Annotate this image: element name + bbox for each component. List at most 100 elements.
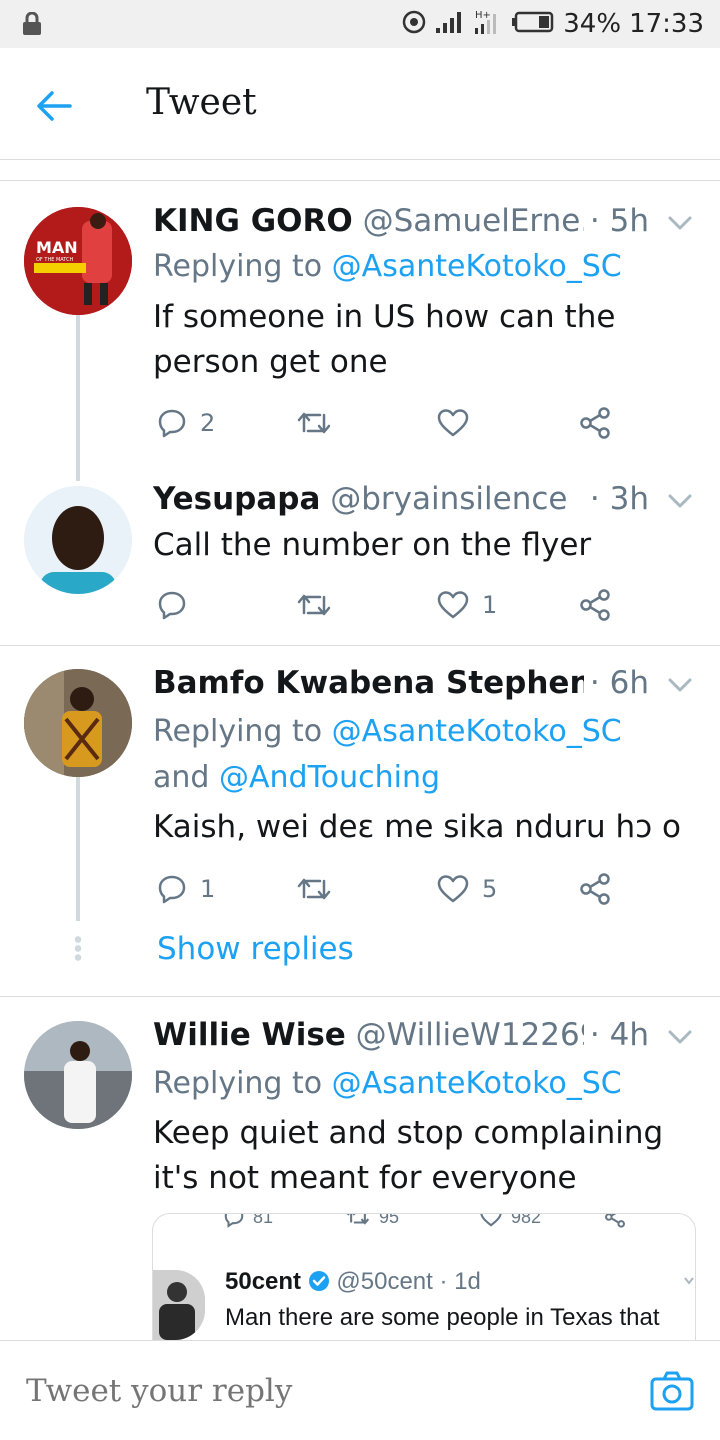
replying-to-label: Replying to — [153, 1066, 332, 1101]
share-icon — [580, 407, 610, 439]
embed-retweet-count: 95 — [379, 1213, 400, 1227]
tweet-text: Call the number on the flyer — [153, 527, 592, 563]
chevron-down-icon[interactable] — [664, 485, 696, 517]
share-button[interactable] — [578, 867, 612, 911]
share-icon — [605, 1214, 625, 1228]
like-button[interactable] — [436, 401, 482, 445]
reply-count: 1 — [200, 875, 216, 903]
user-handle[interactable]: @SamuelErne... — [363, 203, 610, 239]
tweet-time: · 3h — [583, 481, 649, 517]
retweet-button[interactable] — [296, 583, 344, 627]
verified-badge-icon — [308, 1271, 329, 1291]
embed-share-stat — [603, 1214, 627, 1228]
tweet-time: · 5h — [583, 203, 649, 239]
svg-text:H+: H+ — [475, 10, 491, 21]
heart-icon — [437, 875, 469, 903]
like-count: 1 — [482, 591, 498, 619]
chevron-down-icon[interactable] — [664, 1021, 696, 1053]
chevron-down-icon[interactable] — [664, 669, 696, 701]
signal-icon — [435, 10, 465, 38]
avatar-image: MAN OF THE MATCH — [24, 207, 132, 315]
replying-to: Replying to @AsanteKotoko_SC — [153, 1061, 693, 1107]
back-button[interactable] — [28, 80, 80, 132]
display-name[interactable]: Yesupapa — [153, 481, 320, 517]
tweet-actions: 1 — [150, 583, 630, 627]
status-bar: H+ 34% 17:33 — [0, 0, 720, 48]
like-count: 5 — [482, 875, 498, 903]
tweet-text: Keep quiet and stop complaining it's not… — [153, 1115, 664, 1196]
mention-link[interactable]: @AsanteKotoko_SC — [332, 249, 622, 284]
embed-avatar — [153, 1270, 205, 1340]
retweet-button[interactable] — [296, 867, 344, 911]
avatar-image — [24, 486, 132, 594]
avatar-image — [24, 1021, 132, 1129]
user-handle[interactable]: @bryainsilence — [330, 481, 567, 517]
tweet-text: If someone in US how can the person get … — [153, 299, 616, 380]
show-replies-link[interactable]: Show replies — [157, 931, 354, 967]
chevron-down-icon — [684, 1277, 694, 1285]
retweet-icon — [297, 878, 331, 900]
tweet-text: Kaish, wei deɛ me sika nduru hɔ o — [153, 809, 682, 845]
reply-feed[interactable]: MAN OF THE MATCH KING GORO @SamuelErne..… — [0, 180, 720, 1340]
reply-button[interactable]: 2 — [156, 401, 215, 445]
embed-display-name: 50cent — [225, 1268, 302, 1295]
retweet-button[interactable] — [296, 401, 344, 445]
heart-icon — [437, 591, 469, 619]
replying-to: Replying to @AsanteKotoko_SC and @AndTou… — [153, 709, 693, 801]
embed-reply-stat: 81 — [223, 1213, 274, 1228]
page-title: Tweet — [146, 82, 257, 123]
tweet-actions: 2 — [150, 401, 630, 445]
reply-input[interactable] — [26, 1369, 586, 1413]
camera-icon — [650, 1371, 694, 1411]
retweet-icon — [297, 412, 331, 434]
embed-tweet-text: Man there are some people in Texas that — [225, 1304, 660, 1331]
heart-icon — [437, 409, 469, 437]
mention-link[interactable]: @AsanteKotoko_SC — [332, 1066, 622, 1101]
tweet-header: Willie Wise @WillieW12269... · 4h — [153, 1017, 673, 1065]
share-icon — [580, 589, 610, 621]
like-button[interactable]: 5 — [436, 867, 497, 911]
like-button[interactable]: 1 — [436, 583, 497, 627]
replying-to-and: and — [153, 760, 219, 795]
embed-retweet-stat: 95 — [345, 1213, 400, 1228]
hotspot-icon — [401, 9, 427, 39]
embed-reply-count: 81 — [253, 1213, 274, 1227]
arrow-left-icon — [37, 91, 72, 121]
avatar[interactable]: MAN OF THE MATCH — [24, 207, 132, 315]
avatar-image — [24, 669, 132, 777]
avatar[interactable] — [24, 669, 132, 777]
camera-button[interactable] — [648, 1367, 696, 1415]
retweet-icon — [297, 594, 331, 616]
avatar[interactable] — [24, 1021, 132, 1129]
mention-link[interactable]: @AndTouching — [219, 760, 440, 795]
avatar[interactable] — [24, 486, 132, 594]
reply-icon — [158, 875, 186, 904]
reply-composer — [0, 1340, 720, 1440]
share-button[interactable] — [578, 401, 612, 445]
tweet-header: Yesupapa @bryainsilence · 3h — [153, 481, 673, 529]
battery-icon — [511, 10, 555, 38]
retweet-icon — [346, 1214, 370, 1225]
replying-to: Replying to @AsanteKotoko_SC — [153, 244, 693, 290]
replying-to-label: Replying to — [153, 714, 332, 749]
reply-button[interactable]: 1 — [156, 867, 215, 911]
chevron-down-icon[interactable] — [664, 207, 696, 239]
mention-link[interactable]: @AsanteKotoko_SC — [332, 714, 622, 749]
display-name[interactable]: Bamfo Kwabena Stephen ... — [153, 665, 638, 701]
battery-percent: 34% — [563, 9, 622, 39]
share-icon — [580, 873, 610, 905]
display-name[interactable]: Willie Wise — [153, 1017, 346, 1053]
reply-icon — [224, 1214, 244, 1228]
avatar-subcaption: OF THE MATCH — [36, 257, 74, 263]
reply-button[interactable] — [156, 583, 200, 627]
divider — [0, 996, 720, 997]
embed-like-count: 982 — [511, 1213, 542, 1227]
share-button[interactable] — [578, 583, 612, 627]
display-name[interactable]: KING GORO — [153, 203, 353, 239]
replying-to-label: Replying to — [153, 249, 332, 284]
attached-image[interactable]: 81 95 982 50cent @50cent · 1d Man there … — [152, 1213, 696, 1340]
avatar-caption: MAN — [36, 238, 78, 257]
tweet-time: · 4h — [583, 1017, 649, 1053]
embed-handle: @50cent · 1d — [336, 1268, 481, 1295]
divider — [0, 645, 720, 646]
